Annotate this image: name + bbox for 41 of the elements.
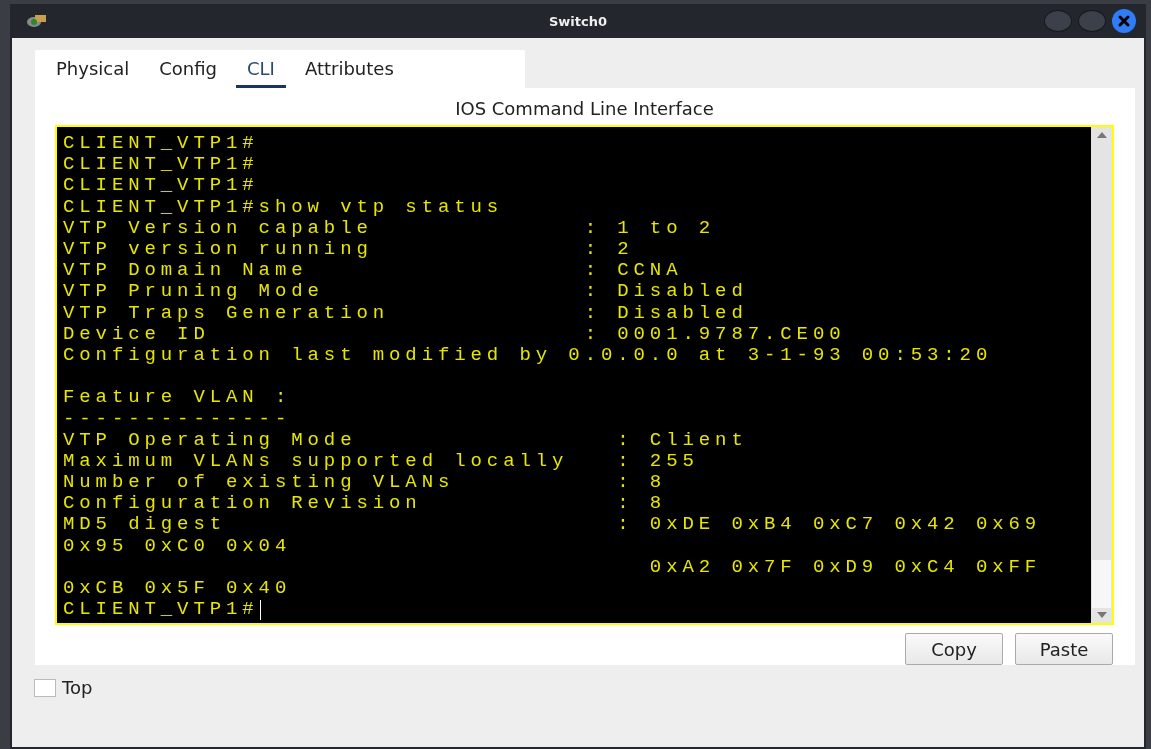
terminal-line: VTP Domain Name : CCNA	[63, 261, 683, 281]
terminal-line: VTP Pruning Mode : Disabled	[63, 282, 748, 302]
device-icon	[26, 13, 48, 29]
paste-button[interactable]: Paste	[1015, 633, 1113, 665]
maximize-button[interactable]	[1078, 10, 1106, 32]
terminal-line: MD5 digest : 0xDE 0xB4 0xC7 0x42 0x69	[63, 515, 1042, 535]
terminal-line: VTP Operating Mode : Client	[63, 430, 748, 450]
terminal-line: Configuration Revision : 8	[63, 494, 667, 514]
scroll-up-icon[interactable]	[1096, 132, 1107, 138]
terminal-line: Maximum VLANs supported locally : 255	[63, 451, 699, 471]
window-title: Switch0	[548, 13, 608, 29]
copy-button[interactable]: Copy	[905, 633, 1003, 665]
scroll-down-icon[interactable]	[1096, 612, 1107, 618]
terminal-line: 0xA2 0x7F 0xD9 0xC4 0xFF	[648, 557, 1042, 577]
panel-title: IOS Command Line Interface	[454, 97, 715, 121]
terminal-line: 0x95 0xC0 0x04	[63, 536, 292, 556]
terminal-line: Feature VLAN :	[63, 388, 292, 408]
terminal-line: --------------	[63, 409, 292, 429]
terminal-line: VTP Traps Generation : Disabled	[63, 303, 748, 323]
text-cursor	[259, 599, 261, 620]
terminal-line: 0xCB 0x5F 0x40	[63, 579, 292, 599]
terminal-line: VTP Version capable : 1 to 2	[63, 218, 716, 238]
scrollbar-thumb[interactable]	[1092, 560, 1111, 608]
close-icon[interactable]	[1112, 9, 1136, 33]
tab[interactable]: Physical	[45, 58, 141, 88]
minimize-button[interactable]	[1044, 10, 1072, 32]
scrollbar[interactable]	[1091, 127, 1112, 623]
checkbox[interactable]	[34, 678, 56, 697]
terminal-line: CLIENT_VTP1#	[63, 176, 259, 196]
terminal-line: CLIENT_VTP1#	[63, 155, 259, 175]
terminal-console[interactable]	[55, 125, 1114, 625]
checkbox-label: Top	[62, 677, 93, 698]
tab[interactable]: Config	[148, 58, 228, 88]
terminal-line: Device ID : 0001.9787.CE00	[63, 324, 846, 344]
terminal-line: VTP version running : 2	[63, 240, 634, 260]
terminal-line: CLIENT_VTP1#	[63, 134, 259, 154]
tab[interactable]: Attributes	[293, 58, 405, 88]
terminal-line: Number of existing VLANs : 8	[63, 473, 667, 493]
terminal-line: Configuration last modified by 0.0.0.0 at 3-1-93 00:53:20	[63, 345, 993, 365]
terminal-line: CLIENT_VTP1#	[63, 600, 259, 620]
terminal-line: CLIENT_VTP1#show vtp status	[63, 197, 504, 217]
